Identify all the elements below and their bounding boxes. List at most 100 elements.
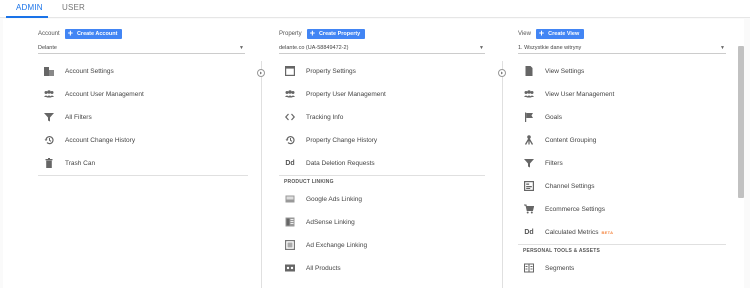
item-label: Account Settings	[65, 67, 114, 75]
column-divider	[502, 61, 503, 288]
property-header: Property + Create Property	[279, 28, 366, 39]
caret-down-icon: ▼	[720, 45, 725, 51]
view-selector[interactable]: 1. Wszystkie dane witryny ▼	[518, 43, 726, 54]
products-icon	[285, 263, 295, 273]
item-label: Tracking Info	[306, 113, 344, 121]
scrollbar[interactable]	[738, 46, 744, 198]
account-user-management-item[interactable]: Account User Management	[38, 83, 248, 106]
property-label: Property	[279, 30, 302, 37]
personal-tools-title: PERSONAL TOOLS & ASSETS	[523, 248, 601, 254]
item-label: Property Settings	[306, 67, 356, 75]
top-tab-bar: ADMIN USER	[0, 0, 750, 18]
create-account-label: Create Account	[76, 30, 118, 37]
caret-down-icon: ▼	[239, 45, 244, 51]
building-icon	[44, 66, 54, 76]
divider	[38, 175, 248, 176]
view-selected: 1. Wszystkie dane witryny	[518, 45, 582, 51]
plus-icon: +	[309, 28, 315, 38]
create-account-button[interactable]: + Create Account	[64, 28, 123, 39]
item-label: Property Change History	[306, 136, 378, 144]
all-filters-item[interactable]: All Filters	[38, 106, 248, 129]
item-label: Calculated Metrics	[545, 228, 599, 236]
ecommerce-settings-item[interactable]: Ecommerce Settings	[518, 198, 726, 221]
data-deletion-requests-item[interactable]: Dd Data Deletion Requests	[279, 152, 485, 175]
account-change-history-item[interactable]: Account Change History	[38, 129, 248, 152]
document-icon	[524, 66, 534, 76]
flag-icon	[524, 112, 534, 122]
property-selected: delante.co (UA-58849472-2)	[279, 45, 349, 51]
item-label: Filters	[545, 159, 563, 167]
users-icon	[524, 89, 534, 99]
property-menu: Property Settings Property User Manageme…	[279, 60, 485, 280]
account-settings-item[interactable]: Account Settings	[38, 60, 248, 83]
filter-icon	[524, 158, 534, 168]
ads-icon	[285, 194, 295, 204]
property-settings-item[interactable]: Property Settings	[279, 60, 485, 83]
item-label: Channel Settings	[545, 182, 595, 190]
account-menu: Account Settings Account User Management…	[38, 60, 248, 176]
grouping-icon	[524, 135, 534, 145]
property-column: Property + Create Property delante.co (U…	[279, 19, 485, 288]
google-ads-linking-item[interactable]: Google Ads Linking	[279, 188, 485, 211]
view-header: View + Create View	[518, 28, 585, 39]
create-view-button[interactable]: + Create View	[535, 28, 585, 39]
history-icon	[44, 135, 54, 145]
account-label: Account	[38, 30, 60, 37]
view-user-management-item[interactable]: View User Management	[518, 83, 726, 106]
view-column: View + Create View 1. Wszystkie dane wit…	[518, 19, 726, 288]
item-label: All Filters	[65, 113, 92, 121]
property-change-history-item[interactable]: Property Change History	[279, 129, 485, 152]
beta-badge: BETA	[601, 229, 614, 235]
segments-item[interactable]: Segments	[518, 257, 726, 280]
item-label: Ad Exchange Linking	[306, 241, 368, 249]
cart-icon	[524, 204, 534, 214]
arrow-right-icon	[257, 69, 265, 77]
window-icon	[285, 66, 295, 76]
item-label: View User Management	[545, 90, 615, 98]
property-user-management-item[interactable]: Property User Management	[279, 83, 485, 106]
view-label: View	[518, 30, 531, 37]
trash-icon	[44, 158, 54, 168]
tracking-info-item[interactable]: Tracking Info	[279, 106, 485, 129]
column-divider	[261, 61, 262, 288]
product-linking-title: PRODUCT LINKING	[284, 179, 334, 185]
item-label: AdSense Linking	[306, 218, 355, 226]
channel-icon	[524, 181, 534, 191]
property-selector[interactable]: delante.co (UA-58849472-2) ▼	[279, 43, 485, 54]
tab-user[interactable]: USER	[62, 3, 85, 12]
item-label: Data Deletion Requests	[306, 159, 375, 167]
create-property-label: Create Property	[318, 30, 361, 37]
channel-settings-item[interactable]: Channel Settings	[518, 175, 726, 198]
admin-panel: Account + Create Account Delante ▼ Accou…	[3, 19, 744, 288]
item-label: Trash Can	[65, 159, 96, 167]
view-settings-item[interactable]: View Settings	[518, 60, 726, 83]
ad-exchange-linking-item[interactable]: Ad Exchange Linking	[279, 234, 485, 257]
active-tab-indicator	[6, 16, 48, 18]
view-menu: View Settings View User Management Goals…	[518, 60, 726, 280]
all-products-item[interactable]: All Products	[279, 257, 485, 280]
account-selected: Delante	[38, 45, 57, 51]
dd-icon: Dd	[524, 228, 534, 236]
item-label: Ecommerce Settings	[545, 205, 605, 213]
calculated-metrics-item[interactable]: Dd Calculated Metrics BETA	[518, 221, 726, 244]
plus-icon: +	[538, 28, 545, 38]
item-label: Account User Management	[65, 90, 144, 98]
filter-icon	[44, 112, 54, 122]
segments-icon	[524, 263, 534, 273]
create-property-button[interactable]: + Create Property	[306, 28, 366, 39]
item-label: Segments	[545, 264, 575, 272]
filters-item[interactable]: Filters	[518, 152, 726, 175]
plus-icon: +	[67, 28, 73, 38]
trash-can-item[interactable]: Trash Can	[38, 152, 248, 175]
dd-icon: Dd	[285, 159, 295, 167]
item-label: Property User Management	[306, 90, 386, 98]
adsense-icon	[285, 217, 295, 227]
history-icon	[285, 135, 295, 145]
goals-item[interactable]: Goals	[518, 106, 726, 129]
content-grouping-item[interactable]: Content Grouping	[518, 129, 726, 152]
account-selector[interactable]: Delante ▼	[38, 43, 245, 54]
adexchange-icon	[285, 240, 295, 250]
tab-admin[interactable]: ADMIN	[16, 3, 43, 12]
create-view-label: Create View	[548, 30, 580, 37]
adsense-linking-item[interactable]: AdSense Linking	[279, 211, 485, 234]
